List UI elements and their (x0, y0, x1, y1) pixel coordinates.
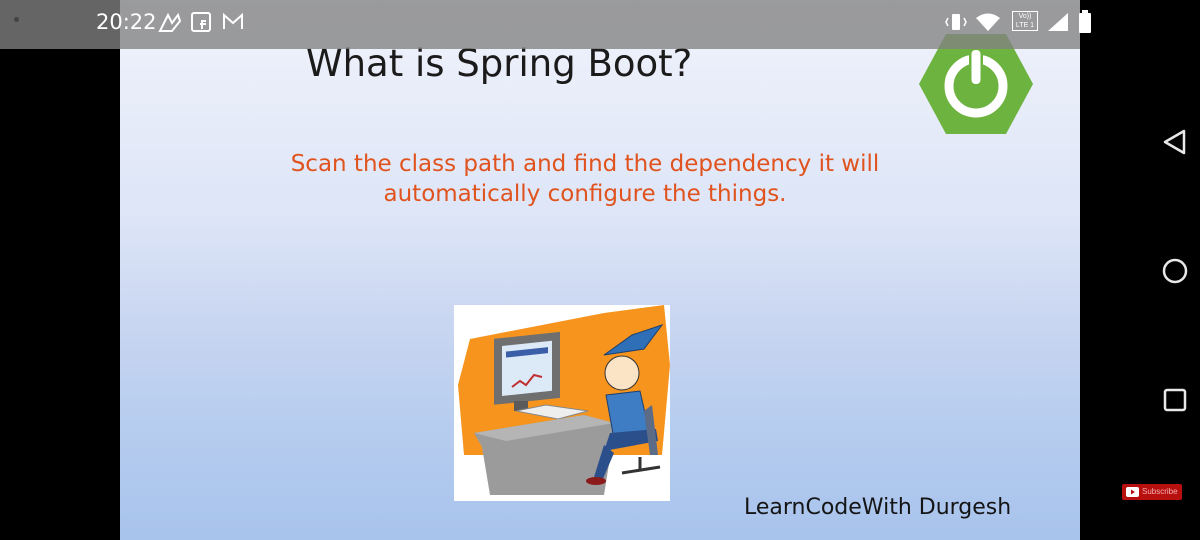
volte-icon: Vo)) LTE 1 (1012, 11, 1038, 31)
app-notification-icon (158, 13, 182, 32)
back-button[interactable] (1162, 128, 1188, 156)
subtitle-line-1: Scan the class path and find the depende… (290, 151, 880, 177)
facebook-messenger-icon (191, 12, 211, 32)
notification-dot (14, 17, 19, 22)
gmail-icon (223, 13, 243, 29)
channel-watermark: LearnCodeWith Durgesh (744, 495, 1012, 520)
vibrate-icon (945, 14, 967, 30)
wifi-icon (976, 13, 1000, 31)
home-button[interactable] (1161, 257, 1189, 285)
youtube-icon (1126, 487, 1139, 497)
status-bar: 20:22 Vo)) LTE 1 (0, 0, 1091, 49)
subtitle-line-2: automatically configure the things. (383, 181, 787, 207)
video-player[interactable]: What is Spring Boot? Scan the class path… (120, 0, 1080, 540)
developer-illustration (454, 305, 670, 501)
battery-icon (1079, 10, 1091, 33)
slide-subtitle: Scan the class path and find the depende… (120, 149, 1050, 209)
status-time: 20:22 (96, 10, 157, 34)
subscribe-label: Subscribe (1142, 487, 1178, 496)
subscribe-button[interactable]: Subscribe (1122, 484, 1182, 500)
recents-button[interactable] (1162, 387, 1188, 413)
signal-icon (1048, 13, 1068, 31)
